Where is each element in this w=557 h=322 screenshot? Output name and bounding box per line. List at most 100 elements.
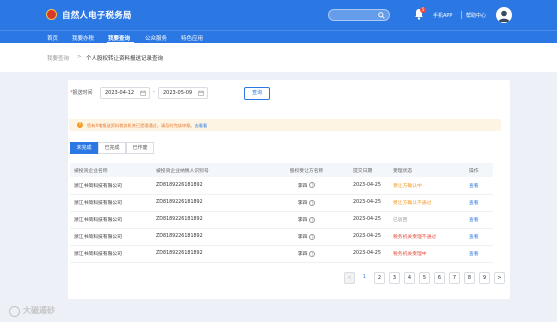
page-button-2[interactable]: 2 — [374, 272, 385, 284]
cell-status: 税务机关受理中 — [389, 245, 465, 263]
transferee-name: 李四 — [297, 183, 308, 189]
cell-status: 已驳回 — [389, 211, 465, 229]
date-filter-label: *报送时间 — [70, 89, 93, 96]
view-link[interactable]: 查看 — [465, 245, 493, 263]
table-row: 浙江书简科技有限公司 ZD8189226181892 李四? 2023-04-2… — [70, 177, 493, 195]
help-icon[interactable]: ? — [309, 216, 316, 223]
cell-company-name: 浙江书简科技有限公司 — [70, 245, 152, 263]
nav-item-featured-apps[interactable]: 特色应用 — [181, 34, 203, 42]
transferee-name: 李四 — [297, 218, 308, 223]
table-row: 浙江书简科技有限公司 ZD8189226181892 李四? 2023-04-2… — [70, 211, 493, 229]
help-icon[interactable]: ? — [309, 199, 316, 206]
page-button-5[interactable]: 5 — [419, 272, 430, 284]
nav-item-query[interactable]: 我要查询 — [108, 34, 130, 42]
tab-incomplete[interactable]: 未完成 — [70, 142, 98, 154]
tax-emblem-logo — [46, 9, 57, 20]
page-button-6[interactable]: 6 — [434, 272, 445, 284]
phone-app-link[interactable]: 手机APP — [433, 12, 452, 19]
start-date-field[interactable]: 2023-04-12 — [100, 87, 150, 99]
transferee-name: 李四 — [297, 252, 308, 257]
cell-status: 受让方确认不通过 — [389, 194, 465, 212]
view-link[interactable]: 查看 — [465, 177, 493, 195]
warning-icon: ! — [77, 122, 83, 128]
help-icon[interactable]: ? — [309, 233, 316, 240]
end-date-value: 2023-05-09 — [163, 90, 193, 96]
search-input[interactable] — [328, 9, 390, 21]
cell-transferee: 李四? — [264, 177, 349, 195]
tab-completed[interactable]: 已完成 — [98, 142, 126, 154]
table-row: 浙江书简科技有限公司 ZD8189226181892 李四? 2023-04-2… — [70, 194, 493, 212]
watermark-text: 大磁遁砂 — [23, 306, 55, 315]
page-button-1[interactable]: 1 — [359, 272, 370, 284]
user-avatar[interactable] — [496, 7, 512, 23]
cell-tax-id: ZD8189226181892 — [152, 211, 264, 229]
page-title: 个人股权转让资料报送记录查询 — [86, 56, 164, 62]
user-icon — [498, 10, 510, 22]
calendar-icon[interactable] — [198, 90, 204, 96]
cell-company-name: 浙江书简科技有限公司 — [70, 228, 152, 246]
cell-submit-date: 2023-04-25 — [349, 228, 389, 246]
cell-transferee: 李四? — [264, 245, 349, 263]
breadcrumb-separator: > — [77, 54, 82, 60]
search-icon[interactable] — [378, 12, 385, 19]
column-header-transferee: 股权受让方名称 — [289, 168, 324, 174]
cell-status: 税务机关受理不通过 — [389, 228, 465, 246]
page-button-3[interactable]: 3 — [389, 272, 400, 284]
header-divider — [461, 11, 462, 19]
view-link[interactable]: 查看 — [465, 211, 493, 229]
view-link[interactable]: 查看 — [465, 194, 493, 212]
cell-company-name: 浙江书简科技有限公司 — [70, 177, 152, 195]
cell-transferee: 李四? — [264, 228, 349, 246]
cell-submit-date: 2023-04-25 — [349, 177, 389, 195]
cell-submit-date: 2023-04-25 — [349, 211, 389, 229]
notice-bar: ! 您有X笔报送资料税务机关已受理通过，请及时完成申报。去看看 — [69, 119, 501, 131]
cell-transferee: 李四? — [264, 211, 349, 229]
column-header-action: 操作 — [469, 168, 479, 174]
table-row: 浙江书简科技有限公司 ZD8189226181892 李四? 2023-04-2… — [70, 228, 493, 246]
column-header-status: 受理状态 — [393, 168, 413, 174]
date-range-dash: - — [153, 89, 155, 95]
prev-page-button[interactable]: < — [344, 272, 355, 284]
help-icon[interactable]: ? — [309, 250, 316, 257]
next-page-button[interactable]: > — [494, 272, 505, 284]
cell-status: 受让方确认中 — [389, 177, 465, 195]
notification-badge: 5 — [420, 7, 426, 13]
nav-item-public-service[interactable]: 公众服务 — [145, 34, 167, 42]
cell-company-name: 浙江书简科技有限公司 — [70, 194, 152, 212]
column-header-submit-date: 提交日期 — [353, 168, 373, 174]
tab-voided[interactable]: 已作废 — [126, 142, 154, 154]
cell-tax-id: ZD8189226181892 — [152, 177, 264, 195]
table-row: 浙江书简科技有限公司 ZD8189226181892 李四? 2023-04-2… — [70, 245, 493, 263]
end-date-field[interactable]: 2023-05-09 — [158, 87, 208, 99]
view-link[interactable]: 查看 — [465, 228, 493, 246]
transferee-name: 李四 — [297, 201, 308, 206]
transferee-name: 李四 — [297, 235, 308, 240]
cell-submit-date: 2023-04-25 — [349, 245, 389, 263]
nav-item-home[interactable]: 首页 — [47, 34, 58, 42]
app-title: 自然人电子税务局 — [62, 11, 132, 21]
page-button-4[interactable]: 4 — [404, 272, 415, 284]
nav-item-tax-handling[interactable]: 我要办税 — [72, 34, 94, 42]
start-date-value: 2023-04-12 — [105, 90, 135, 96]
breadcrumb-home[interactable]: 我要查询 — [47, 54, 69, 62]
top-header: 自然人电子税务局 5 手机APP 帮助中心 — [0, 0, 557, 30]
breadcrumb: 我要查询 > 个人股权转让资料报送记录查询 — [0, 43, 557, 72]
page-button-8[interactable]: 8 — [464, 272, 475, 284]
cell-tax-id: ZD8189226181892 — [152, 228, 264, 246]
notice-text: 您有X笔报送资料税务机关已受理通过，请及时完成申报。去看看 — [87, 123, 207, 129]
notice-link[interactable]: 去看看 — [195, 123, 208, 128]
column-header-company-name: 被投资企业名称 — [74, 168, 108, 174]
page-button-9[interactable]: 9 — [479, 272, 490, 284]
help-icon[interactable]: ? — [309, 182, 316, 189]
page-button-7[interactable]: 7 — [449, 272, 460, 284]
calendar-icon[interactable] — [140, 90, 146, 96]
cell-tax-id: ZD8189226181892 — [152, 194, 264, 212]
cell-company-name: 浙江书简科技有限公司 — [70, 211, 152, 229]
help-center-link[interactable]: 帮助中心 — [466, 12, 486, 19]
table-header-row: 被投资企业名称 被投资企业纳税人识别号 股权受让方名称 提交日期 受理状态 操作 — [70, 163, 493, 177]
cell-transferee: 李四? — [264, 194, 349, 212]
query-button[interactable]: 查询 — [244, 87, 270, 100]
cell-tax-id: ZD8189226181892 — [152, 245, 264, 263]
date-filter-label-text: 报送时间 — [72, 90, 93, 96]
column-header-tax-id: 被投资企业纳税人识别号 — [156, 168, 209, 174]
